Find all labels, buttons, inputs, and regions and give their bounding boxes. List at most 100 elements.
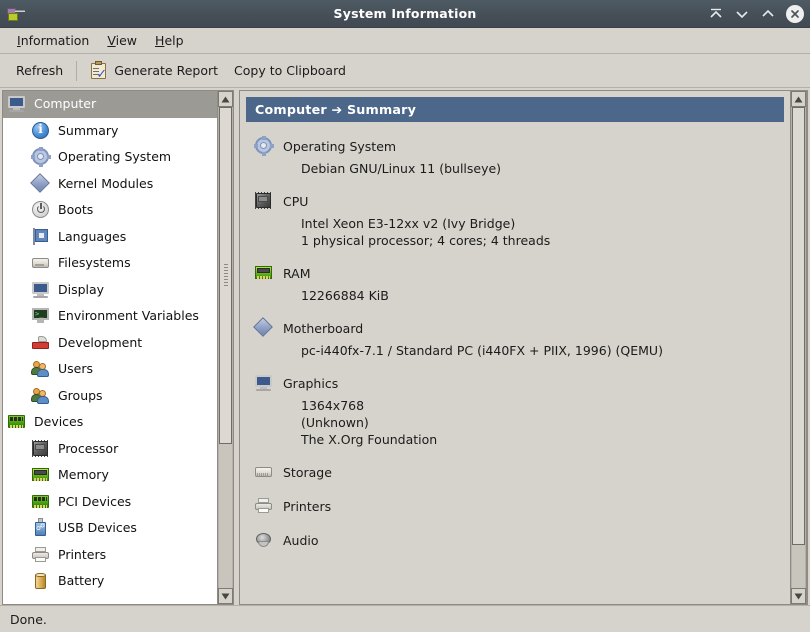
sidebar-scrollbar[interactable] [217,91,234,604]
printer-icon [31,545,51,565]
window-controls [708,4,804,23]
content-panel: Computer ➔ Summary Operating System Debia… [239,90,808,605]
speaker-icon [254,530,274,550]
sidebar-panel: Computer i Summary Operating System Kernel M… [2,90,234,605]
ram-icon [31,465,51,485]
section-values: pc-i440fx-7.1 / Standard PC (i440FX + PI… [254,342,784,359]
sidebar-item-label: Languages [58,228,127,244]
summary-section: Audio [246,530,784,550]
sidebar-item-label: Development [58,334,143,350]
sidebar-item-label: PCI Devices [58,493,132,509]
generate-report-label: Generate Report [114,63,219,78]
menubar: Information View Help [0,28,810,54]
sidebar-item-processor[interactable]: Processor [3,436,217,463]
copy-to-clipboard-button[interactable]: Copy to Clipboard [226,59,354,82]
content-scroll-down-button[interactable] [791,588,806,604]
gear-icon [31,147,51,168]
sidebar-item-environment-variables[interactable]: >_ Environment Variables [3,303,217,330]
summary-content: Computer ➔ Summary Operating System Debia… [240,91,790,604]
sidebar-item-label: Display [58,281,105,297]
section-title: Storage [283,464,332,480]
sidebar-item-label: Operating System [58,149,172,164]
sidebar-scroll-up-button[interactable] [218,91,233,107]
sidebar-scroll-thumb[interactable] [219,107,232,444]
window-title: System Information [333,6,477,21]
sidebar-item-computer[interactable]: Computer [3,91,217,118]
power-icon [31,200,51,220]
clipboard-check-icon: ✓ [90,61,108,81]
close-icon[interactable] [786,4,804,23]
sidebar-scroll-down-button[interactable] [218,588,233,604]
sidebar-item-operating-system[interactable]: Operating System [3,144,217,171]
summary-section: RAM 12266884 KiB [246,263,784,304]
monitor-icon [31,280,51,300]
generate-report-button[interactable]: ✓ Generate Report [82,57,226,84]
section-values: 12266884 KiB [254,287,784,304]
summary-section: CPU Intel Xeon E3-12xx v2 (Ivy Bridge) 1 p… [246,191,784,249]
window-titlebar: System Information [0,0,810,28]
refresh-button[interactable]: Refresh [8,59,71,82]
section-values: Intel Xeon E3-12xx v2 (Ivy Bridge) 1 phys… [254,215,784,249]
section-header: Graphics [254,373,784,393]
menu-information[interactable]: Information [8,30,98,51]
summary-section: Storage [246,462,784,482]
section-title: Operating System [283,138,397,154]
sidebar-scroll-track[interactable] [218,107,233,588]
section-title: RAM [283,265,311,281]
section-title: Motherboard [283,320,364,336]
shade-icon[interactable] [708,6,724,22]
content-scroll-track[interactable] [791,107,806,588]
content-scrollbar[interactable] [790,91,807,604]
summary-section: Graphics 1364x768 (Unknown) The X.Org Found… [246,373,784,448]
sidebar-item-label: Memory [58,467,109,482]
monitor-icon [7,94,27,114]
sidebar-item-groups[interactable]: Groups [3,383,217,410]
section-values: Debian GNU/Linux 11 (bullseye) [254,160,784,177]
statusbar: Done. [0,605,810,632]
minimize-icon[interactable] [734,6,750,22]
sidebar-item-summary[interactable]: i Summary [3,118,217,145]
content-scroll-thumb[interactable] [792,107,805,545]
sidebar-item-usb-devices[interactable]: ☍ USB Devices [3,515,217,542]
battery-icon [31,571,51,591]
sidebar-item-memory[interactable]: Memory [3,462,217,489]
section-values: 1364x768 (Unknown) The X.Org Foundation [254,397,784,448]
section-title: Graphics [283,375,339,391]
sidebar-item-label: USB Devices [58,520,137,535]
maximize-icon[interactable] [760,6,776,22]
sidebar-item-development[interactable]: Development [3,330,217,357]
drive-icon [31,253,51,273]
toolbar-separator [76,60,78,81]
ram-icon [254,263,274,283]
circuit-board-icon [31,492,51,512]
sidebar-item-pci-devices[interactable]: PCI Devices [3,489,217,516]
system-information-window: System Information Information View Help… [0,0,810,632]
summary-section: Operating System Debian GNU/Linux 11 (bul… [246,136,784,177]
terminal-icon: >_ [31,306,51,326]
section-title: Printers [283,498,332,514]
sidebar-item-battery[interactable]: Battery [3,568,217,595]
sidebar-item-kernel-modules[interactable]: Kernel Modules [3,171,217,198]
sidebar-item-filesystems[interactable]: Filesystems [3,250,217,277]
users-icon [31,359,51,379]
content-scroll-up-button[interactable] [791,91,806,107]
sidebar-item-devices[interactable]: Devices [3,409,217,436]
sidebar-item-boots[interactable]: Boots [3,197,217,224]
sidebar-item-display[interactable]: Display [3,277,217,304]
section-value-line: pc-i440fx-7.1 / Standard PC (i440FX + PI… [301,343,663,358]
menu-view[interactable]: View [98,30,146,51]
main-area: Computer i Summary Operating System Kernel M… [0,88,810,605]
gear-icon [254,136,274,156]
toolbar: Refresh ✓ Generate Report Copy to Clipbo… [0,54,810,88]
sidebar-item-label: Users [58,361,94,376]
sidebar-item-languages[interactable]: Languages [3,224,217,251]
menu-help[interactable]: Help [146,30,193,51]
section-value-line: 12266884 KiB [301,288,389,303]
sidebar-item-users[interactable]: Users [3,356,217,383]
section-header: Storage [254,462,784,482]
sidebar-item-label: Computer [34,96,97,111]
section-header: Operating System [254,136,784,156]
section-title: Audio [283,532,319,548]
navigation-tree[interactable]: Computer i Summary Operating System Kernel M… [3,91,217,604]
sidebar-item-printers[interactable]: Printers [3,542,217,569]
